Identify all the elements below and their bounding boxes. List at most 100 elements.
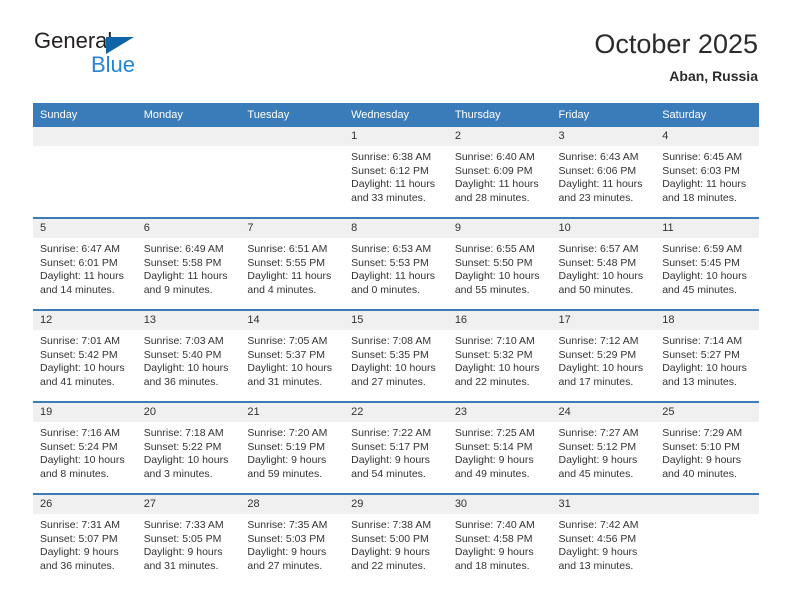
day-cell[interactable]: 17 Sunrise: 7:12 AM Sunset: 5:29 PM Dayligh…	[551, 309, 656, 402]
day-cell[interactable]: 22 Sunrise: 7:22 AM Sunset: 5:17 PM Dayligh…	[344, 401, 448, 494]
day-cell[interactable]: 30 Sunrise: 7:40 AM Sunset: 4:58 PM Dayligh…	[447, 493, 552, 585]
day-cell[interactable]: 8 Sunrise: 6:53 AM Sunset: 5:53 PM Daylight…	[344, 217, 448, 310]
sunrise-text: Sunrise: 7:01 AM	[40, 335, 120, 347]
day-number: 6	[136, 219, 241, 238]
daylight-text-line1: Daylight: 9 hours	[247, 454, 327, 466]
day-details: Sunrise: 6:57 AM Sunset: 5:48 PM Daylight:…	[552, 238, 656, 297]
day-number: 1	[344, 127, 448, 146]
sunset-text: Sunset: 6:06 PM	[558, 164, 637, 177]
general-blue-logo[interactable]: General Blue	[34, 30, 254, 90]
daylight-text-line1: Daylight: 9 hours	[143, 546, 223, 558]
day-cell-empty	[33, 127, 137, 218]
day-cell[interactable]: 5 Sunrise: 6:47 AM Sunset: 6:01 PM Daylight…	[33, 217, 137, 310]
day-number: 8	[344, 219, 448, 238]
daylight-text-line1: Daylight: 11 hours	[351, 270, 435, 282]
sunrise-text: Sunrise: 7:40 AM	[454, 519, 535, 531]
day-cell[interactable]: 2 Sunrise: 6:40 AM Sunset: 6:09 PM Daylight…	[447, 127, 552, 218]
day-cell-inner: 8 Sunrise: 6:53 AM Sunset: 5:53 PM Daylight…	[344, 219, 448, 309]
day-cell[interactable]: 4 Sunrise: 6:45 AM Sunset: 6:03 PM Daylight…	[655, 127, 759, 218]
day-number: 13	[136, 311, 241, 330]
daylight-text-line1: Daylight: 10 hours	[143, 362, 229, 374]
sunrise-text: Sunrise: 7:14 AM	[662, 335, 743, 347]
daylight-text-line2: and 59 minutes.	[247, 467, 323, 480]
sunrise-text: Sunrise: 7:42 AM	[558, 519, 639, 531]
day-cell-inner: 12 Sunrise: 7:01 AM Sunset: 5:42 PM Dayligh…	[33, 311, 137, 401]
sunrise-text: Sunrise: 6:55 AM	[454, 243, 535, 255]
daylight-text-line1: Daylight: 10 hours	[454, 270, 540, 282]
day-cell[interactable]: 24 Sunrise: 7:27 AM Sunset: 5:12 PM Dayligh…	[551, 401, 656, 494]
sunset-text: Sunset: 5:19 PM	[247, 440, 326, 453]
day-cell-inner: 19 Sunrise: 7:16 AM Sunset: 5:24 PM Dayligh…	[33, 403, 137, 493]
daylight-text-line1: Daylight: 10 hours	[662, 362, 747, 374]
day-cell[interactable]: 16 Sunrise: 7:10 AM Sunset: 5:32 PM Dayligh…	[447, 309, 552, 402]
day-cell[interactable]: 20 Sunrise: 7:18 AM Sunset: 5:22 PM Dayligh…	[136, 401, 241, 494]
daylight-text-line1: Daylight: 9 hours	[351, 454, 430, 466]
day-cell[interactable]: 18 Sunrise: 7:14 AM Sunset: 5:27 PM Dayligh…	[655, 309, 759, 402]
daylight-text-line2: and 22 minutes.	[351, 559, 426, 572]
day-cell[interactable]: 19 Sunrise: 7:16 AM Sunset: 5:24 PM Dayligh…	[33, 401, 137, 494]
day-cell-inner: 27 Sunrise: 7:33 AM Sunset: 5:05 PM Dayligh…	[136, 495, 241, 585]
sunset-text: Sunset: 4:56 PM	[558, 532, 637, 545]
weekday-header-thursday: Thursday	[447, 103, 552, 127]
day-cell-inner: 23 Sunrise: 7:25 AM Sunset: 5:14 PM Dayligh…	[447, 403, 552, 493]
day-number: 5	[33, 219, 137, 238]
day-cell[interactable]: 9 Sunrise: 6:55 AM Sunset: 5:50 PM Daylight…	[447, 217, 552, 310]
day-number: 3	[551, 127, 656, 146]
day-cell[interactable]: 23 Sunrise: 7:25 AM Sunset: 5:14 PM Dayligh…	[447, 401, 552, 494]
day-cell[interactable]: 11 Sunrise: 6:59 AM Sunset: 5:45 PM Dayligh…	[655, 217, 759, 310]
daylight-text-line2: and 41 minutes.	[40, 375, 115, 388]
sunrise-text: Sunrise: 7:03 AM	[143, 335, 224, 347]
daylight-text-line1: Daylight: 10 hours	[40, 362, 125, 374]
sunset-text: Sunset: 5:37 PM	[247, 348, 326, 361]
sunrise-text: Sunrise: 6:38 AM	[351, 151, 432, 163]
daylight-text-line2: and 18 minutes.	[454, 559, 530, 572]
day-number: 21	[240, 403, 345, 422]
day-cell[interactable]: 6 Sunrise: 6:49 AM Sunset: 5:58 PM Daylight…	[136, 217, 241, 310]
day-details: Sunrise: 7:14 AM Sunset: 5:27 PM Daylight:…	[655, 330, 759, 389]
day-cell[interactable]: 1 Sunrise: 6:38 AM Sunset: 6:12 PM Daylight…	[344, 127, 448, 218]
day-cell[interactable]: 21 Sunrise: 7:20 AM Sunset: 5:19 PM Dayligh…	[240, 401, 345, 494]
day-cell[interactable]: 10 Sunrise: 6:57 AM Sunset: 5:48 PM Dayligh…	[551, 217, 656, 310]
day-details: Sunrise: 7:22 AM Sunset: 5:17 PM Daylight:…	[344, 422, 448, 481]
sunset-text: Sunset: 5:14 PM	[454, 440, 533, 453]
day-cell[interactable]: 29 Sunrise: 7:38 AM Sunset: 5:00 PM Dayligh…	[344, 493, 448, 585]
sunset-text: Sunset: 5:58 PM	[143, 256, 222, 269]
day-cell-inner: 30 Sunrise: 7:40 AM Sunset: 4:58 PM Dayligh…	[447, 495, 552, 585]
day-cell[interactable]: 3 Sunrise: 6:43 AM Sunset: 6:06 PM Daylight…	[551, 127, 656, 218]
day-cell[interactable]: 7 Sunrise: 6:51 AM Sunset: 5:55 PM Daylight…	[240, 217, 345, 310]
day-details: Sunrise: 7:20 AM Sunset: 5:19 PM Daylight:…	[240, 422, 344, 481]
day-cell-inner: 9 Sunrise: 6:55 AM Sunset: 5:50 PM Daylight…	[447, 219, 552, 309]
day-details: Sunrise: 7:05 AM Sunset: 5:37 PM Daylight:…	[240, 330, 344, 389]
day-cell[interactable]: 12 Sunrise: 7:01 AM Sunset: 5:42 PM Dayligh…	[33, 309, 137, 402]
day-details: Sunrise: 7:25 AM Sunset: 5:14 PM Daylight:…	[448, 422, 552, 481]
day-number: 25	[655, 403, 759, 422]
sunrise-text: Sunrise: 7:05 AM	[247, 335, 328, 347]
daylight-text-line1: Daylight: 10 hours	[143, 454, 229, 466]
day-number: 31	[551, 495, 656, 514]
day-cell[interactable]: 15 Sunrise: 7:08 AM Sunset: 5:35 PM Dayligh…	[344, 309, 448, 402]
sunset-text: Sunset: 5:27 PM	[662, 348, 740, 361]
day-cell[interactable]: 25 Sunrise: 7:29 AM Sunset: 5:10 PM Dayligh…	[655, 401, 759, 494]
daylight-text-line2: and 33 minutes.	[351, 191, 426, 204]
day-number: 30	[447, 495, 552, 514]
day-cell-inner: 20 Sunrise: 7:18 AM Sunset: 5:22 PM Dayligh…	[136, 403, 241, 493]
daylight-text-line2: and 36 minutes.	[40, 559, 115, 572]
sunrise-text: Sunrise: 7:08 AM	[351, 335, 432, 347]
day-number: 24	[551, 403, 656, 422]
daylight-text-line2: and 23 minutes.	[558, 191, 634, 204]
sunrise-text: Sunrise: 7:29 AM	[662, 427, 743, 439]
day-details: Sunrise: 6:45 AM Sunset: 6:03 PM Daylight:…	[655, 146, 759, 205]
daylight-text-line1: Daylight: 11 hours	[662, 178, 747, 190]
day-number	[655, 495, 759, 514]
day-cell[interactable]: 27 Sunrise: 7:33 AM Sunset: 5:05 PM Dayligh…	[136, 493, 241, 585]
day-cell[interactable]: 31 Sunrise: 7:42 AM Sunset: 4:56 PM Dayligh…	[551, 493, 656, 585]
daylight-text-line2: and 13 minutes.	[558, 559, 634, 572]
sunset-text: Sunset: 4:58 PM	[454, 532, 533, 545]
day-cell[interactable]: 14 Sunrise: 7:05 AM Sunset: 5:37 PM Dayligh…	[240, 309, 345, 402]
daylight-text-line1: Daylight: 9 hours	[247, 546, 327, 558]
day-cell[interactable]: 26 Sunrise: 7:31 AM Sunset: 5:07 PM Dayligh…	[33, 493, 137, 585]
day-cell[interactable]: 13 Sunrise: 7:03 AM Sunset: 5:40 PM Dayligh…	[136, 309, 241, 402]
calendar-week-row: 1 Sunrise: 6:38 AM Sunset: 6:12 PM Daylight…	[33, 127, 759, 218]
daylight-text-line1: Daylight: 9 hours	[558, 454, 638, 466]
day-cell[interactable]: 28 Sunrise: 7:35 AM Sunset: 5:03 PM Dayligh…	[240, 493, 345, 585]
